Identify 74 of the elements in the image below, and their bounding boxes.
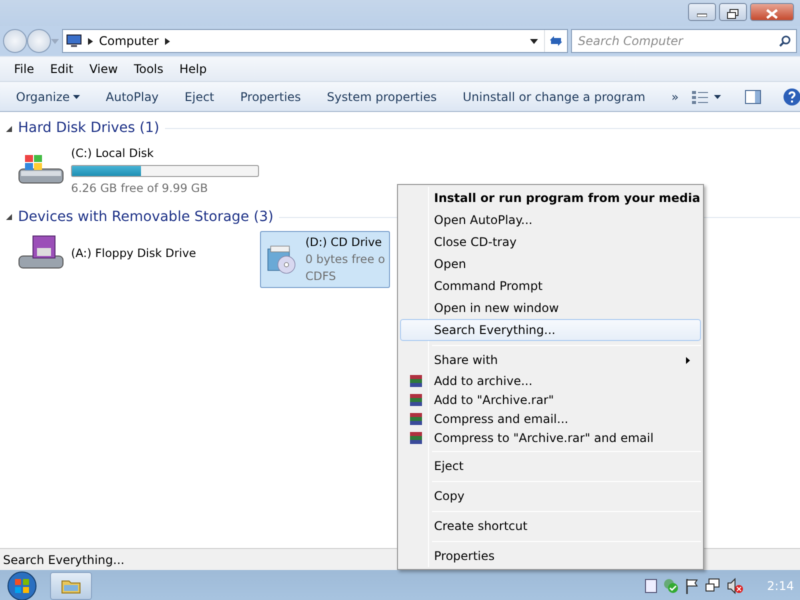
breadcrumb-item[interactable]: Computer [99,32,159,50]
menu-item[interactable]: Close CD-tray [400,231,701,253]
archive-books-icon [409,430,423,444]
refresh-icon[interactable] [548,34,564,48]
menu-item[interactable]: Add to archive... [400,371,701,390]
restore-button[interactable] [719,3,747,21]
toolbar-button[interactable]: Eject [172,88,228,106]
menu-item[interactable]: Create shortcut [400,515,701,537]
document-icon[interactable] [645,579,658,593]
archive-books-icon [409,392,423,406]
menu-item[interactable]: View [81,60,126,78]
address-field[interactable]: Computer [62,29,568,53]
submenu-arrow-icon [686,356,690,364]
start-orb-icon[interactable] [6,571,38,600]
menu-item[interactable]: Open AutoPlay... [400,209,701,231]
restore-icon [727,8,739,19]
toolbar-button[interactable]: AutoPlay [92,88,172,106]
view-options-icon[interactable] [692,90,708,104]
computer-icon [66,34,82,48]
menu-item[interactable]: Copy [400,485,701,507]
menu-item[interactable]: Compress to "Archive.rar" and email [400,428,701,447]
breadcrumb-arrow-icon[interactable] [88,38,93,44]
archive-books-icon [409,374,423,388]
menu-item[interactable]: Search Everything... [400,319,701,341]
speaker-muted-icon[interactable] [727,578,744,594]
menu-item[interactable]: Share with [400,349,701,371]
drive-name: (A:) Floppy Disk Drive [71,244,196,262]
menu-item[interactable]: Command Prompt [400,275,701,297]
network-icon[interactable] [705,578,722,594]
archive-books-icon [409,412,423,426]
toolbar-button[interactable]: Uninstall or change a program [450,88,658,106]
taskbar-explorer-button[interactable] [50,572,92,600]
collapse-arrow-icon[interactable] [6,214,12,220]
more-button[interactable]: » [658,88,692,106]
minimize-button[interactable] [688,3,716,21]
folder-icon [61,578,81,594]
status-text: Search Everything... [3,552,124,568]
search-field[interactable]: Search Computer [571,29,797,53]
menu-item[interactable]: Properties [400,545,701,567]
dropdown-arrow-icon[interactable] [714,94,721,98]
drive-tile[interactable]: (D:) CD Drive 0 bytes free o CDFS [260,230,390,288]
search-icon [779,35,791,47]
menu-item[interactable]: Open [400,253,701,275]
menu-item[interactable]: Open in new window [400,297,701,319]
toolbar-button[interactable]: System properties [314,88,450,106]
drive-details: 6.26 GB free of 9.99 GB [71,180,209,198]
menu-item[interactable]: Eject [400,455,701,477]
collapse-arrow-icon[interactable] [6,126,12,132]
help-icon[interactable] [782,88,800,106]
breadcrumb-arrow-icon[interactable] [164,38,170,44]
toolbar-button[interactable]: Properties [227,88,314,106]
drive-details: 0 bytes free o [305,250,385,268]
drive-name: (D:) CD Drive [305,234,383,250]
close-icon [766,8,778,19]
menu-item[interactable]: Tools [126,60,172,78]
shield-check-icon[interactable] [663,578,680,594]
minimize-icon [697,10,707,17]
drive-name: (C:) Local Disk [71,145,155,162]
flag-icon[interactable] [685,578,700,594]
menu-item[interactable]: Install or run program from your media [400,187,701,209]
menu-item[interactable]: File [6,60,42,78]
drive-tile[interactable]: (C:) Local Disk 6.26 GB free of 9.99 GB [12,142,272,200]
menu-item[interactable]: Edit [42,60,82,78]
menu-item[interactable]: Help [171,60,215,78]
toolbar-button[interactable]: Organize [3,88,93,106]
close-button[interactable] [750,3,794,21]
drive-details: CDFS [305,268,337,285]
dropdown-arrow-icon[interactable] [530,38,538,44]
preview-pane-icon[interactable] [744,90,761,104]
menu-item[interactable]: Compress and email... [400,409,701,428]
group-header[interactable]: Devices with Removable Storage (3) [18,206,274,228]
group-header[interactable]: Hard Disk Drives (1) [18,118,160,139]
drive-tile[interactable]: (A:) Floppy Disk Drive [12,230,260,276]
menu-item[interactable]: Add to "Archive.rar" [400,390,701,409]
